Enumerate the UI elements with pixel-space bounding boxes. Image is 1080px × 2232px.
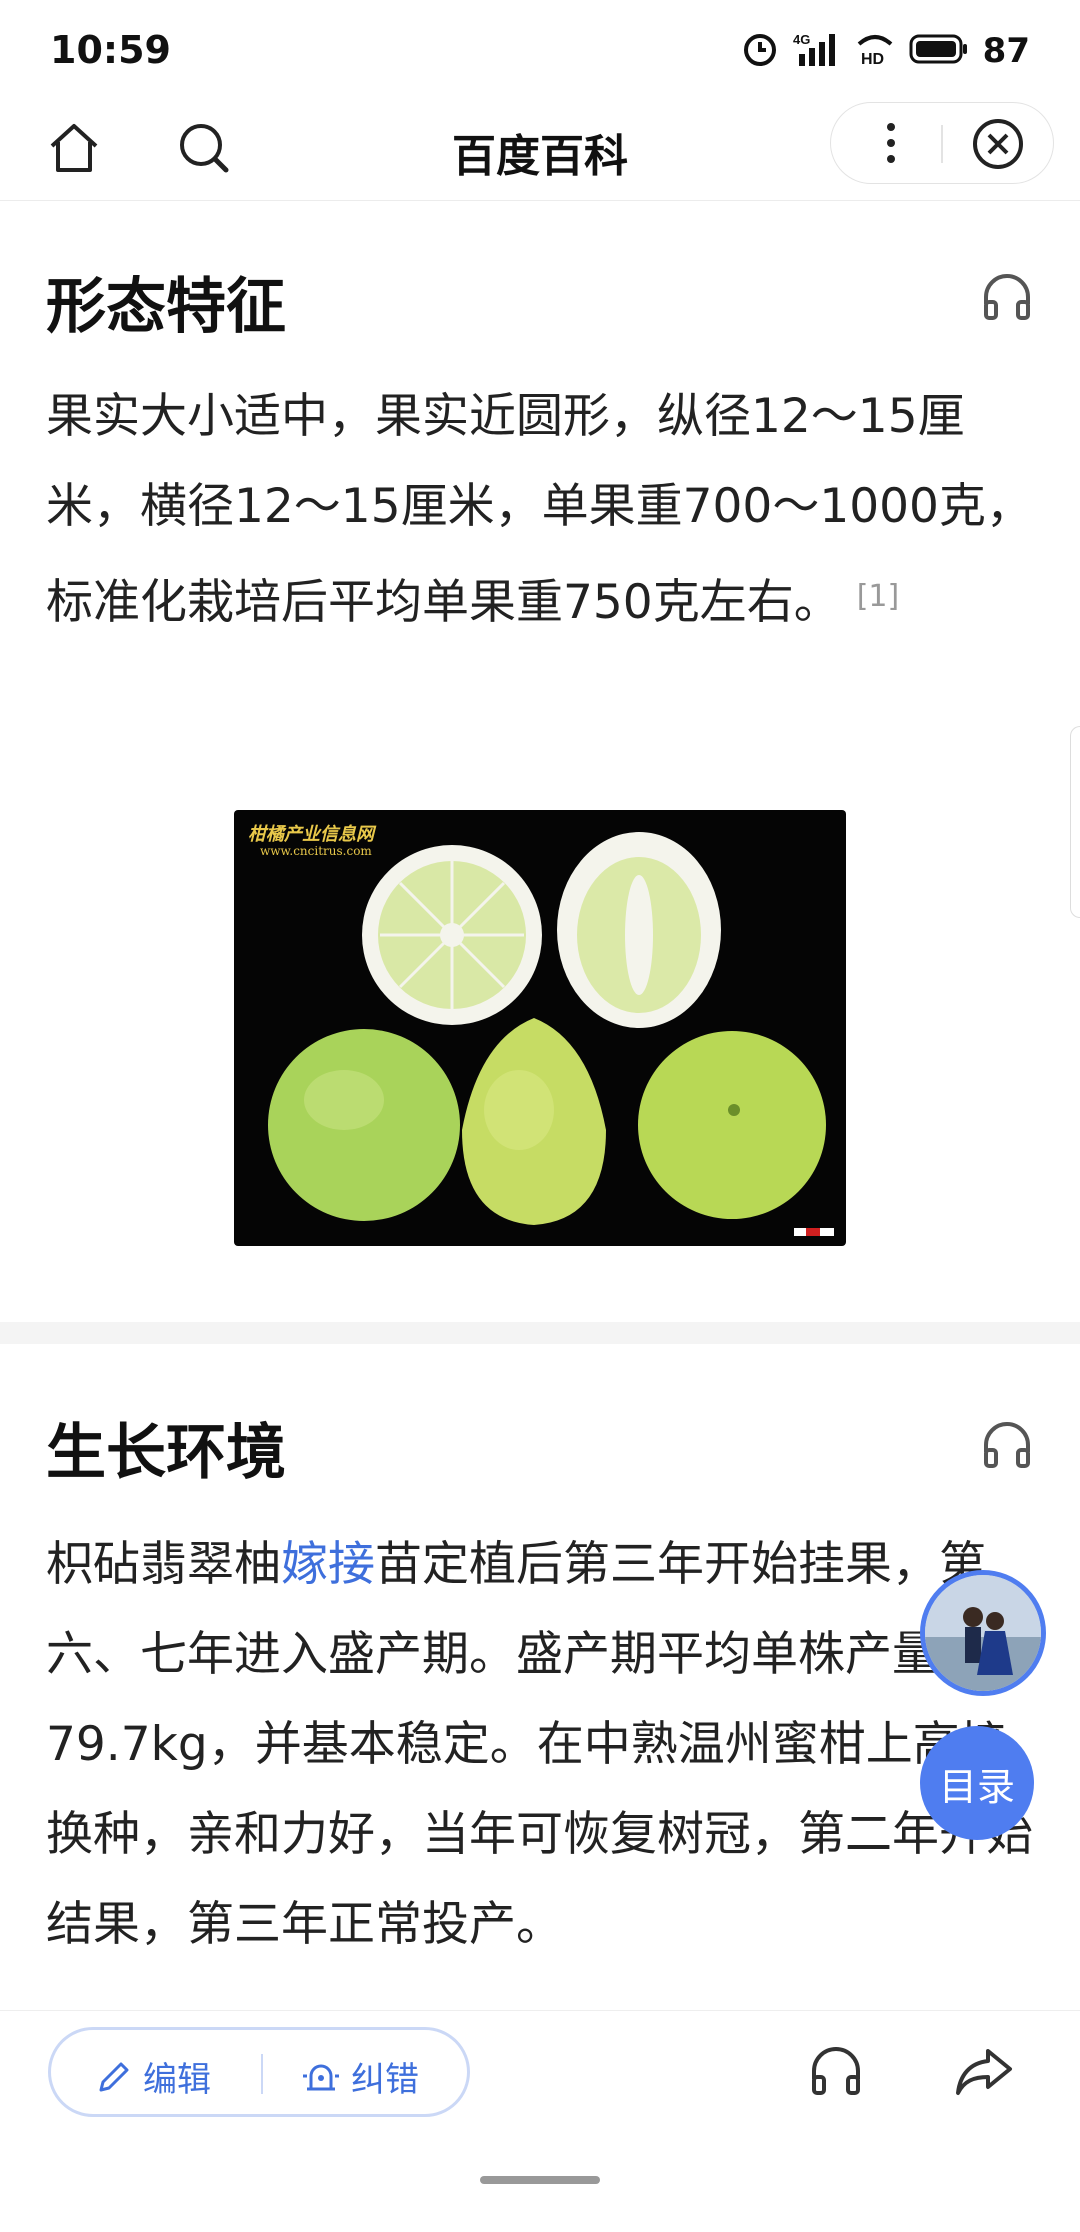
- headphones-icon[interactable]: [980, 1418, 1034, 1472]
- table-of-contents-button[interactable]: 目录: [920, 1726, 1034, 1840]
- alarm-light-icon: [303, 2064, 339, 2090]
- report-error-label: 纠错: [351, 2060, 419, 2100]
- top-navigation: 百度百科: [0, 100, 1080, 201]
- section-title-morphology: 形态特征: [46, 272, 286, 342]
- close-icon: [973, 119, 1023, 169]
- battery-level: 87: [982, 31, 1030, 71]
- menu-capsule: [830, 102, 1054, 184]
- assistant-avatar-button[interactable]: [920, 1570, 1046, 1696]
- share-icon: [956, 2049, 1012, 2095]
- morphology-paragraph: 果实大小适中，果实近圆形，纵径12～15厘米，横径12～15厘米，单果重700～…: [46, 372, 1036, 648]
- section-divider: [0, 1322, 1080, 1344]
- pencil-icon: [99, 2062, 129, 2091]
- status-time: 10:59: [50, 28, 171, 72]
- more-icon: [887, 123, 895, 163]
- edit-label: 编辑: [143, 2060, 211, 2100]
- environment-text-rest: 苗定植后第三年开始挂果，第六、七年进入盛产期。盛产期平均单株产量可达79.7kg…: [46, 1537, 1033, 1952]
- network-type-label: 4G: [793, 32, 810, 47]
- environment-paragraph: 枳砧翡翠柚嫁接苗定植后第三年开始挂果，第六、七年进入盛产期。盛产期平均单株产量可…: [46, 1520, 1036, 2010]
- close-button[interactable]: [969, 115, 1027, 173]
- battery-icon: [909, 32, 969, 70]
- environment-text-start: 枳砧翡翠柚: [46, 1537, 281, 1592]
- hd-label: HD: [861, 51, 884, 68]
- pomelo-image[interactable]: 柑橘产业信息网 www.cncitrus.com: [234, 810, 846, 1246]
- wifi-hd-icon: HD: [855, 30, 895, 72]
- listen-button[interactable]: [808, 2043, 864, 2099]
- reference-link[interactable]: [1]: [857, 579, 900, 614]
- image-watermark-title: 柑橘产业信息网: [248, 824, 374, 845]
- headphones-icon: [812, 2047, 860, 2095]
- report-error-button[interactable]: 纠错: [301, 2052, 419, 2101]
- status-bar: 10:59 4G HD 87: [0, 0, 1080, 100]
- action-pill: 编辑 纠错: [48, 2027, 470, 2117]
- status-icons: 4G HD 87: [741, 30, 1030, 72]
- alarm-icon: [741, 30, 779, 72]
- edit-button[interactable]: 编辑: [95, 2052, 211, 2101]
- section-title-environment: 生长环境: [46, 1418, 286, 1488]
- pomelo-photo: [268, 832, 834, 1236]
- image-watermark-url: www.cncitrus.com: [260, 844, 372, 858]
- home-indicator[interactable]: [480, 2176, 600, 2184]
- more-button[interactable]: [871, 115, 911, 171]
- share-button[interactable]: [954, 2043, 1014, 2099]
- grafting-link[interactable]: 嫁接: [281, 1537, 375, 1592]
- pill-divider: [261, 2054, 263, 2094]
- headphones-icon[interactable]: [980, 270, 1034, 324]
- avatar: [925, 1575, 1041, 1691]
- scroll-handle[interactable]: [1070, 726, 1080, 918]
- signal-icon: 4G: [793, 30, 841, 72]
- bottom-toolbar: 编辑 纠错: [0, 2010, 1080, 2131]
- capsule-divider: [941, 125, 943, 163]
